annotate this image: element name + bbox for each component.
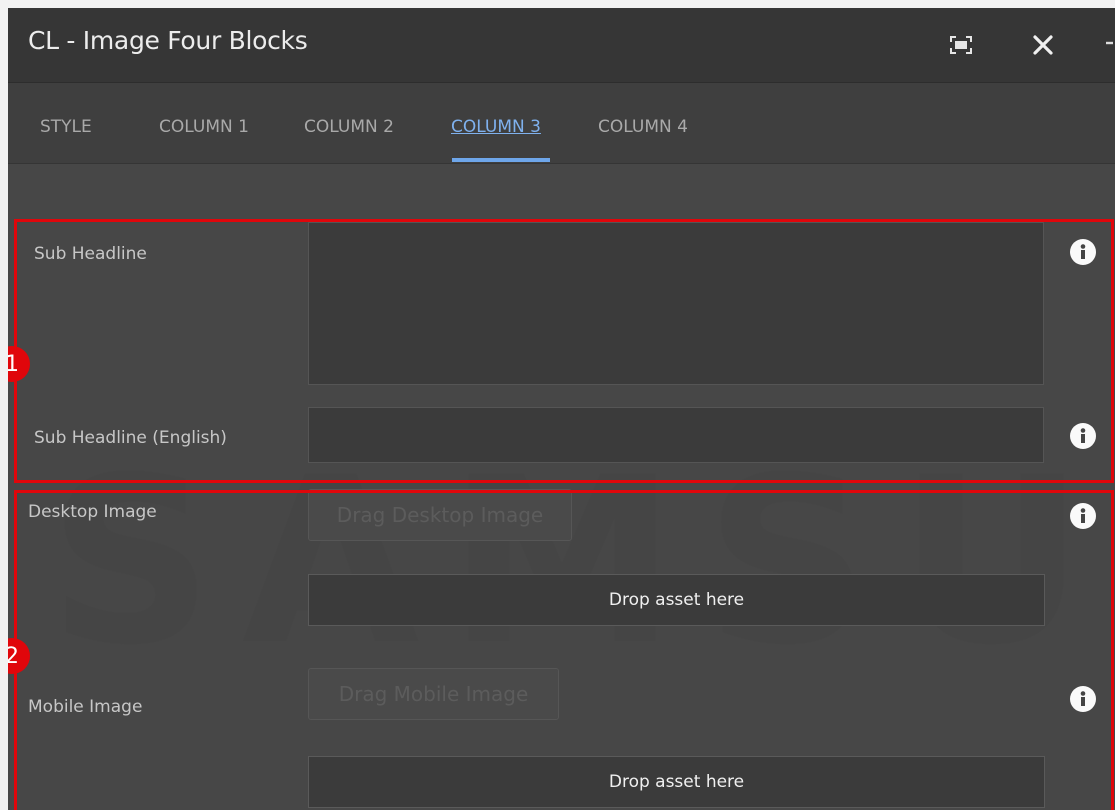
tab-column-3[interactable]: COLUMN 3 xyxy=(451,117,541,137)
tab-style[interactable]: STYLE xyxy=(40,117,92,137)
more-icon[interactable] xyxy=(1100,30,1115,60)
close-icon[interactable] xyxy=(1028,30,1058,60)
tab-column-1[interactable]: COLUMN 1 xyxy=(159,117,249,137)
highlight-box-1 xyxy=(14,219,1114,483)
dialog: CL - Image Four Blocks STYLE COLUMN 1 CO… xyxy=(8,8,1115,810)
tab-bar: STYLE COLUMN 1 COLUMN 2 COLUMN 3 COLUMN … xyxy=(8,83,1115,164)
highlight-box-2 xyxy=(14,490,1114,810)
tab-column-2[interactable]: COLUMN 2 xyxy=(304,117,394,137)
tab-content: SAMSUNG Sub Headline Sub Headline (Engli… xyxy=(8,164,1115,810)
active-tab-indicator xyxy=(452,158,550,162)
tab-column-4[interactable]: COLUMN 4 xyxy=(598,117,688,137)
dialog-title: CL - Image Four Blocks xyxy=(28,26,308,55)
fullscreen-icon[interactable] xyxy=(946,30,976,60)
title-bar: CL - Image Four Blocks xyxy=(8,8,1115,83)
